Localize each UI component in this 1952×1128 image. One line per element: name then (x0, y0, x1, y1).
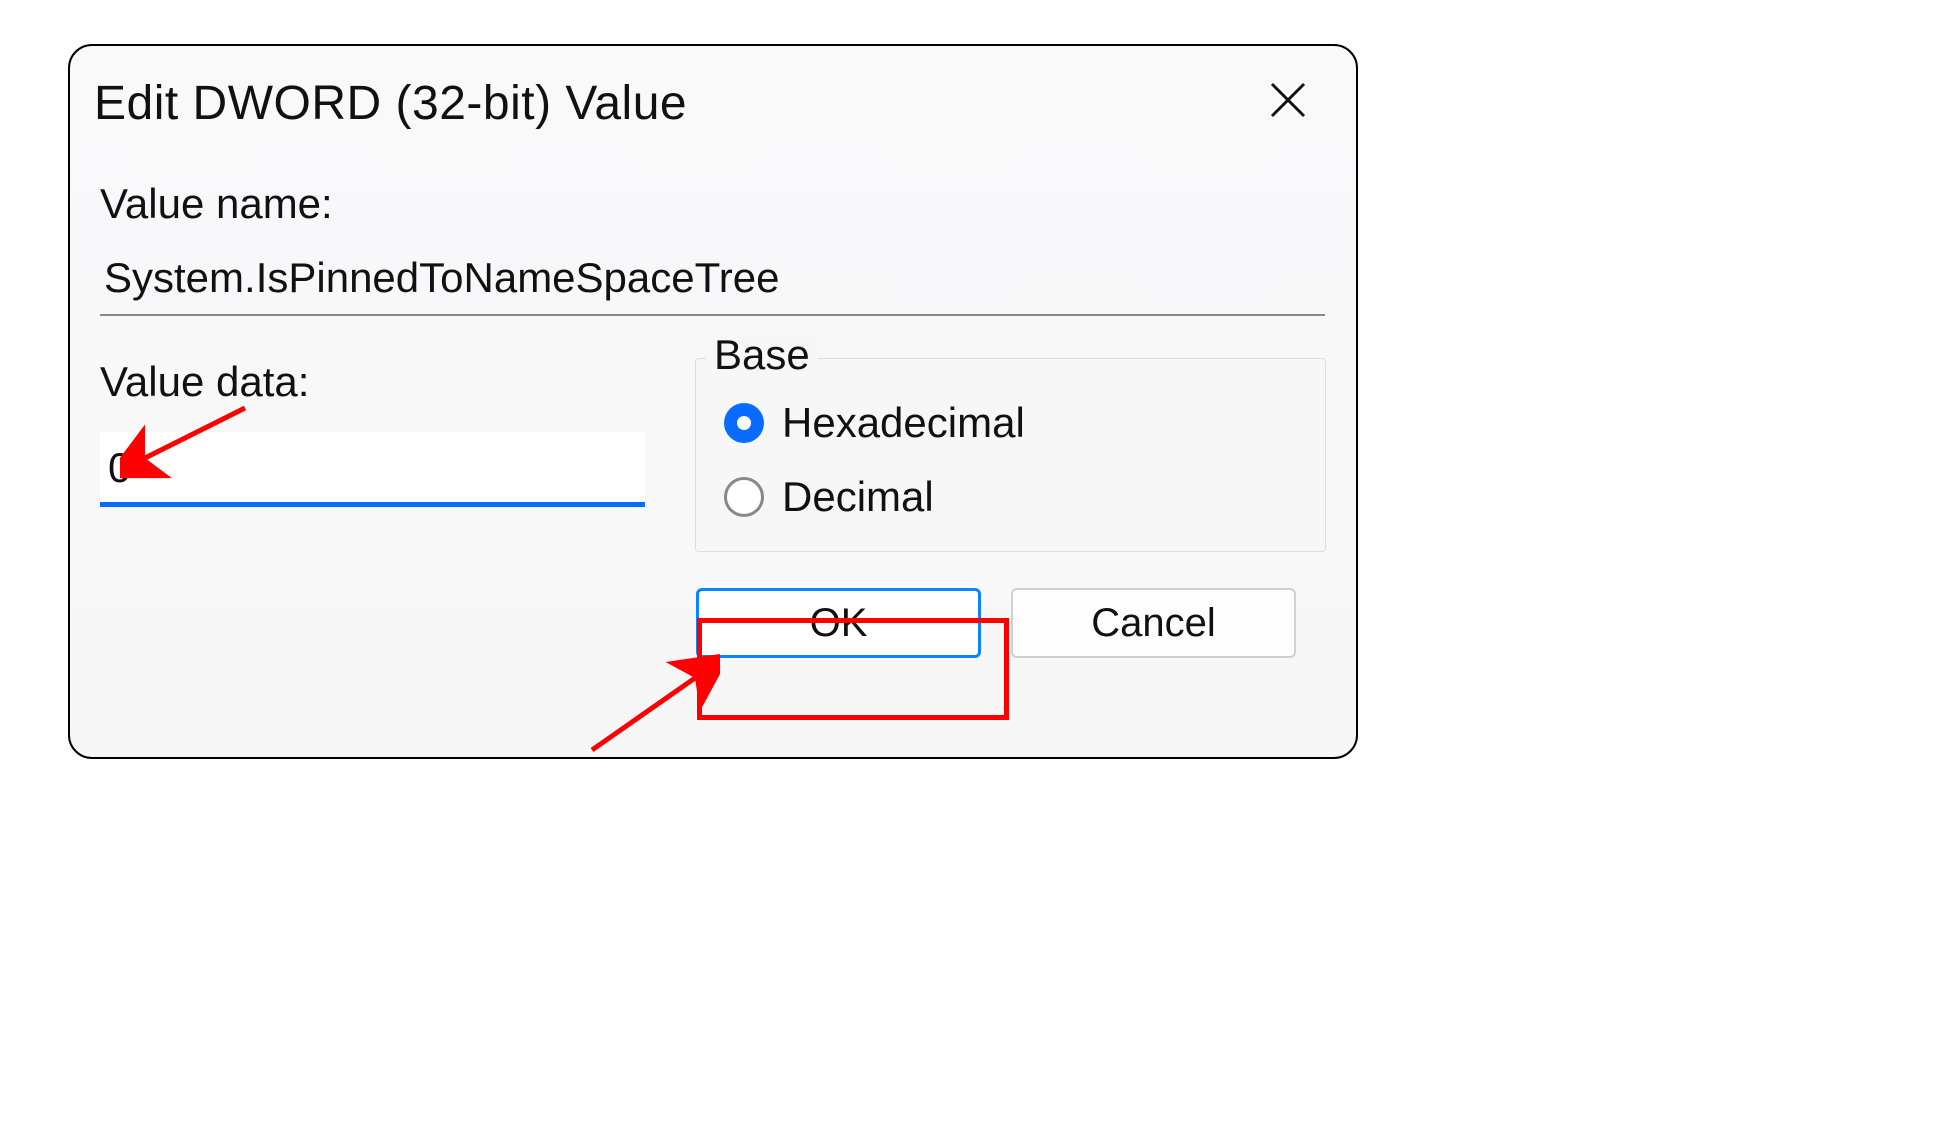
value-data-label: Value data: (100, 358, 655, 406)
edit-dword-dialog: Edit DWORD (32-bit) Value Value name: Va… (68, 44, 1358, 759)
ok-button[interactable]: OK (696, 588, 981, 658)
radio-hex-label: Hexadecimal (782, 399, 1025, 447)
base-legend: Base (706, 331, 818, 379)
radio-unselected-icon (724, 477, 764, 517)
dialog-content: Value name: Value data: Base Hexadecimal (70, 142, 1356, 658)
dialog-titlebar: Edit DWORD (32-bit) Value (70, 46, 1356, 142)
radio-decimal[interactable]: Decimal (724, 473, 1297, 521)
value-name-label: Value name: (100, 180, 1326, 228)
dialog-title: Edit DWORD (32-bit) Value (94, 76, 687, 131)
dialog-button-row: OK Cancel (100, 552, 1326, 658)
radio-hexadecimal[interactable]: Hexadecimal (724, 399, 1297, 447)
value-data-input[interactable] (100, 432, 645, 507)
radio-dec-label: Decimal (782, 473, 934, 521)
radio-selected-icon (724, 403, 764, 443)
base-group: Base Hexadecimal Decimal (695, 358, 1326, 552)
value-name-input[interactable] (100, 246, 1325, 316)
close-icon[interactable] (1260, 76, 1316, 132)
cancel-button[interactable]: Cancel (1011, 588, 1296, 658)
